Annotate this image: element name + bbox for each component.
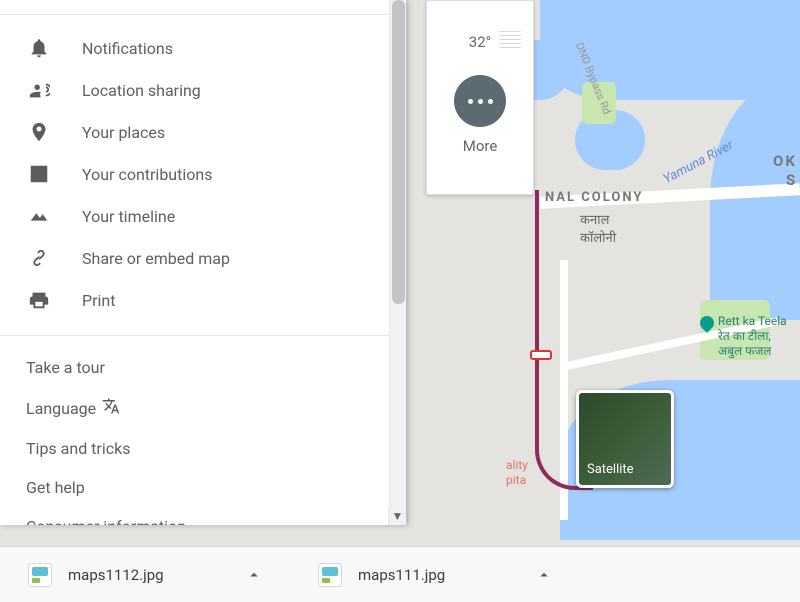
timeline-icon xyxy=(26,203,52,229)
download-item[interactable]: maps1112.jpg xyxy=(18,555,278,595)
quick-actions-card: 32° More xyxy=(426,0,534,195)
poi-hospital[interactable]: ality pita xyxy=(506,458,528,488)
menu-your-contributions[interactable]: Your contributions xyxy=(0,153,406,195)
download-item[interactable]: maps111.jpg xyxy=(308,555,568,595)
drawer-scroll-thumb[interactable] xyxy=(392,0,405,304)
bell-icon xyxy=(26,35,52,61)
poi-rett-ka-teela[interactable]: Rett ka Teela रेत का टीला, अबुल फजल xyxy=(700,314,787,359)
more-actions-button[interactable] xyxy=(454,75,506,127)
menu-item-label: Your contributions xyxy=(82,165,212,184)
east-area-label-1: OK xyxy=(773,152,797,170)
area-label-native-1: कनाल xyxy=(580,210,609,228)
poi-sub2: अबुल फजल xyxy=(718,344,787,359)
drawer-scroll-down[interactable]: ▼ xyxy=(388,507,406,525)
satellite-toggle[interactable]: Satellite xyxy=(576,390,674,488)
side-drawer: Notifications Location sharing Your plac… xyxy=(0,0,406,525)
link-tips-tricks[interactable]: Tips and tricks xyxy=(26,429,406,468)
image-file-icon xyxy=(318,563,342,587)
download-item-menu[interactable] xyxy=(530,561,558,589)
menu-item-label: Location sharing xyxy=(82,81,201,100)
downloads-bar: maps1112.jpg maps111.jpg xyxy=(0,546,800,602)
download-filename: maps1112.jpg xyxy=(68,566,224,584)
metro-stop-icon xyxy=(530,350,552,360)
contributions-icon xyxy=(26,161,52,187)
link-consumer-info[interactable]: Consumer information xyxy=(26,507,406,525)
image-file-icon xyxy=(28,563,52,587)
poi-sub1: रेत का टीला, xyxy=(718,329,787,344)
menu-location-sharing[interactable]: Location sharing xyxy=(0,69,406,111)
more-actions-label: More xyxy=(427,137,533,155)
link-language[interactable]: Language xyxy=(26,387,406,429)
download-item-menu[interactable] xyxy=(240,561,268,589)
link-get-help[interactable]: Get help xyxy=(26,468,406,507)
area-label: NAL COLONY xyxy=(545,190,643,205)
menu-item-label: Your timeline xyxy=(82,207,175,226)
link-take-a-tour[interactable]: Take a tour xyxy=(26,348,406,387)
poi-pin-icon xyxy=(697,313,717,333)
menu-print[interactable]: Print xyxy=(0,279,406,321)
area-label-native-2: कॉलोनी xyxy=(580,228,616,246)
menu-your-timeline[interactable]: Your timeline xyxy=(0,195,406,237)
translate-icon xyxy=(102,397,120,419)
drawer-links: Take a tour Language Tips and tricks Get… xyxy=(0,336,406,525)
download-filename: maps111.jpg xyxy=(358,566,514,584)
weather-fog-icon xyxy=(499,31,521,49)
menu-your-places[interactable]: Your places xyxy=(0,111,406,153)
drawer-scrollbar[interactable] xyxy=(389,0,406,507)
location-sharing-icon xyxy=(26,77,52,103)
place-pin-icon xyxy=(26,119,52,145)
poi-name: Rett ka Teela xyxy=(718,314,787,329)
menu-item-label: Notifications xyxy=(82,39,173,58)
east-area-label-2: S xyxy=(786,171,797,189)
drawer-menu: Notifications Location sharing Your plac… xyxy=(0,15,406,335)
menu-notifications[interactable]: Notifications xyxy=(0,27,406,69)
print-icon xyxy=(26,287,52,313)
link-icon xyxy=(26,245,52,271)
satellite-toggle-label: Satellite xyxy=(587,462,634,477)
menu-share-embed[interactable]: Share or embed map xyxy=(0,237,406,279)
menu-item-label: Share or embed map xyxy=(82,249,230,268)
menu-item-label: Your places xyxy=(82,123,165,142)
menu-item-label: Print xyxy=(82,291,115,310)
